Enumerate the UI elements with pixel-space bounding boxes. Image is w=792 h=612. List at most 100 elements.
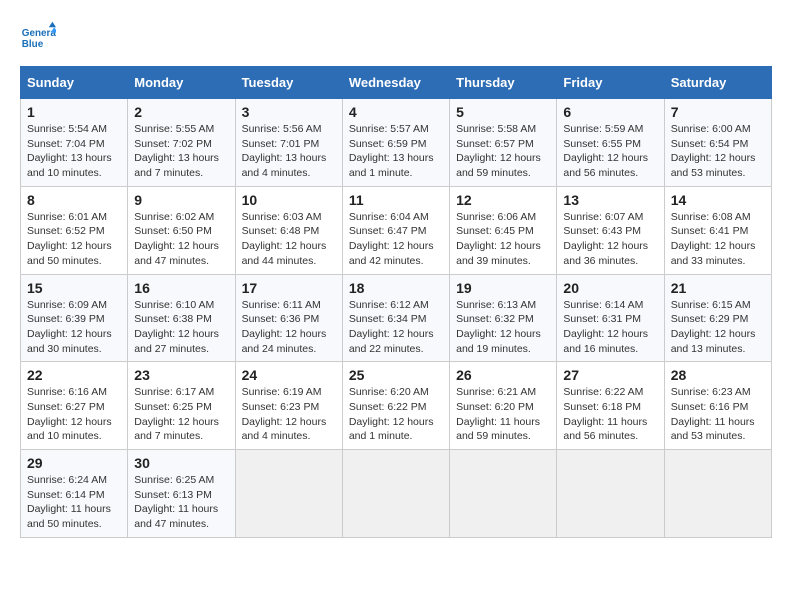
day-info: Sunrise: 5:54 AM Sunset: 7:04 PM Dayligh… (27, 122, 121, 181)
day-info: Sunrise: 6:24 AM Sunset: 6:14 PM Dayligh… (27, 473, 121, 532)
day-number: 22 (27, 367, 121, 383)
day-info: Sunrise: 6:17 AM Sunset: 6:25 PM Dayligh… (134, 385, 228, 444)
calendar-cell: 24 Sunrise: 6:19 AM Sunset: 6:23 PM Dayli… (235, 362, 342, 450)
weekday-header-monday: Monday (128, 67, 235, 99)
day-number: 25 (349, 367, 443, 383)
day-info: Sunrise: 6:22 AM Sunset: 6:18 PM Dayligh… (563, 385, 657, 444)
day-number: 1 (27, 104, 121, 120)
calendar-cell: 14 Sunrise: 6:08 AM Sunset: 6:41 PM Dayli… (664, 186, 771, 274)
day-info: Sunrise: 6:13 AM Sunset: 6:32 PM Dayligh… (456, 298, 550, 357)
day-info: Sunrise: 5:58 AM Sunset: 6:57 PM Dayligh… (456, 122, 550, 181)
logo: General Blue (20, 20, 62, 56)
day-number: 8 (27, 192, 121, 208)
day-info: Sunrise: 6:01 AM Sunset: 6:52 PM Dayligh… (27, 210, 121, 269)
calendar-week-row: 15 Sunrise: 6:09 AM Sunset: 6:39 PM Dayli… (21, 274, 772, 362)
weekday-header-row: SundayMondayTuesdayWednesdayThursdayFrid… (21, 67, 772, 99)
day-number: 17 (242, 280, 336, 296)
calendar-cell (557, 450, 664, 538)
day-info: Sunrise: 6:25 AM Sunset: 6:13 PM Dayligh… (134, 473, 228, 532)
day-info: Sunrise: 6:19 AM Sunset: 6:23 PM Dayligh… (242, 385, 336, 444)
calendar-cell: 6 Sunrise: 5:59 AM Sunset: 6:55 PM Daylig… (557, 99, 664, 187)
day-info: Sunrise: 6:03 AM Sunset: 6:48 PM Dayligh… (242, 210, 336, 269)
day-number: 2 (134, 104, 228, 120)
day-number: 20 (563, 280, 657, 296)
calendar-cell: 7 Sunrise: 6:00 AM Sunset: 6:54 PM Daylig… (664, 99, 771, 187)
day-number: 3 (242, 104, 336, 120)
weekday-header-thursday: Thursday (450, 67, 557, 99)
weekday-header-saturday: Saturday (664, 67, 771, 99)
day-number: 30 (134, 455, 228, 471)
weekday-header-tuesday: Tuesday (235, 67, 342, 99)
svg-text:General: General (22, 28, 56, 39)
calendar-week-row: 8 Sunrise: 6:01 AM Sunset: 6:52 PM Daylig… (21, 186, 772, 274)
day-number: 18 (349, 280, 443, 296)
calendar-cell: 15 Sunrise: 6:09 AM Sunset: 6:39 PM Dayli… (21, 274, 128, 362)
weekday-header-wednesday: Wednesday (342, 67, 449, 99)
calendar-cell (450, 450, 557, 538)
calendar-cell: 18 Sunrise: 6:12 AM Sunset: 6:34 PM Dayli… (342, 274, 449, 362)
day-info: Sunrise: 5:55 AM Sunset: 7:02 PM Dayligh… (134, 122, 228, 181)
day-info: Sunrise: 6:23 AM Sunset: 6:16 PM Dayligh… (671, 385, 765, 444)
day-number: 4 (349, 104, 443, 120)
page-header: General Blue (20, 20, 772, 56)
calendar-week-row: 29 Sunrise: 6:24 AM Sunset: 6:14 PM Dayli… (21, 450, 772, 538)
calendar-cell: 25Sunrise: 6:20 AM Sunset: 6:22 PM Dayli… (342, 362, 449, 450)
day-number: 6 (563, 104, 657, 120)
day-info: Sunrise: 6:08 AM Sunset: 6:41 PM Dayligh… (671, 210, 765, 269)
calendar-cell: 3 Sunrise: 5:56 AM Sunset: 7:01 PM Daylig… (235, 99, 342, 187)
day-info: Sunrise: 5:56 AM Sunset: 7:01 PM Dayligh… (242, 122, 336, 181)
calendar-cell: 2 Sunrise: 5:55 AM Sunset: 7:02 PM Daylig… (128, 99, 235, 187)
day-number: 15 (27, 280, 121, 296)
calendar-cell: 30 Sunrise: 6:25 AM Sunset: 6:13 PM Dayli… (128, 450, 235, 538)
day-info: Sunrise: 6:10 AM Sunset: 6:38 PM Dayligh… (134, 298, 228, 357)
day-number: 9 (134, 192, 228, 208)
day-info: Sunrise: 6:07 AM Sunset: 6:43 PM Dayligh… (563, 210, 657, 269)
calendar-week-row: 1 Sunrise: 5:54 AM Sunset: 7:04 PM Daylig… (21, 99, 772, 187)
day-number: 23 (134, 367, 228, 383)
calendar-cell: 13 Sunrise: 6:07 AM Sunset: 6:43 PM Dayli… (557, 186, 664, 274)
calendar-cell: 27 Sunrise: 6:22 AM Sunset: 6:18 PM Dayli… (557, 362, 664, 450)
calendar-cell (342, 450, 449, 538)
day-info: Sunrise: 6:09 AM Sunset: 6:39 PM Dayligh… (27, 298, 121, 357)
calendar-cell: 19 Sunrise: 6:13 AM Sunset: 6:32 PM Dayli… (450, 274, 557, 362)
calendar-cell: 1 Sunrise: 5:54 AM Sunset: 7:04 PM Daylig… (21, 99, 128, 187)
day-number: 21 (671, 280, 765, 296)
calendar-cell: 29 Sunrise: 6:24 AM Sunset: 6:14 PM Dayli… (21, 450, 128, 538)
day-number: 11 (349, 192, 443, 208)
day-number: 10 (242, 192, 336, 208)
calendar-cell: 9 Sunrise: 6:02 AM Sunset: 6:50 PM Daylig… (128, 186, 235, 274)
day-number: 26 (456, 367, 550, 383)
calendar-cell: 26 Sunrise: 6:21 AM Sunset: 6:20 PM Dayli… (450, 362, 557, 450)
day-info: Sunrise: 6:02 AM Sunset: 6:50 PM Dayligh… (134, 210, 228, 269)
day-number: 24 (242, 367, 336, 383)
day-info: Sunrise: 6:00 AM Sunset: 6:54 PM Dayligh… (671, 122, 765, 181)
day-number: 12 (456, 192, 550, 208)
day-number: 16 (134, 280, 228, 296)
calendar-cell (235, 450, 342, 538)
day-info: Sunrise: 6:12 AM Sunset: 6:34 PM Dayligh… (349, 298, 443, 357)
day-number: 13 (563, 192, 657, 208)
calendar-table: SundayMondayTuesdayWednesdayThursdayFrid… (20, 66, 772, 538)
day-info: Sunrise: 5:59 AM Sunset: 6:55 PM Dayligh… (563, 122, 657, 181)
day-info: Sunrise: 6:04 AM Sunset: 6:47 PM Dayligh… (349, 210, 443, 269)
day-info: Sunrise: 6:11 AM Sunset: 6:36 PM Dayligh… (242, 298, 336, 357)
day-info: Sunrise: 6:15 AM Sunset: 6:29 PM Dayligh… (671, 298, 765, 357)
calendar-cell: 20Sunrise: 6:14 AM Sunset: 6:31 PM Dayli… (557, 274, 664, 362)
calendar-cell: 8 Sunrise: 6:01 AM Sunset: 6:52 PM Daylig… (21, 186, 128, 274)
day-info: Sunrise: 6:21 AM Sunset: 6:20 PM Dayligh… (456, 385, 550, 444)
logo-icon: General Blue (20, 20, 56, 56)
day-number: 7 (671, 104, 765, 120)
day-number: 27 (563, 367, 657, 383)
calendar-cell: 10 Sunrise: 6:03 AM Sunset: 6:48 PM Dayli… (235, 186, 342, 274)
day-number: 14 (671, 192, 765, 208)
calendar-cell: 22Sunrise: 6:16 AM Sunset: 6:27 PM Dayli… (21, 362, 128, 450)
calendar-week-row: 22Sunrise: 6:16 AM Sunset: 6:27 PM Dayli… (21, 362, 772, 450)
calendar-cell: 4 Sunrise: 5:57 AM Sunset: 6:59 PM Daylig… (342, 99, 449, 187)
day-number: 28 (671, 367, 765, 383)
day-number: 29 (27, 455, 121, 471)
weekday-header-sunday: Sunday (21, 67, 128, 99)
calendar-cell: 12Sunrise: 6:06 AM Sunset: 6:45 PM Dayli… (450, 186, 557, 274)
day-number: 19 (456, 280, 550, 296)
day-info: Sunrise: 5:57 AM Sunset: 6:59 PM Dayligh… (349, 122, 443, 181)
calendar-cell (664, 450, 771, 538)
